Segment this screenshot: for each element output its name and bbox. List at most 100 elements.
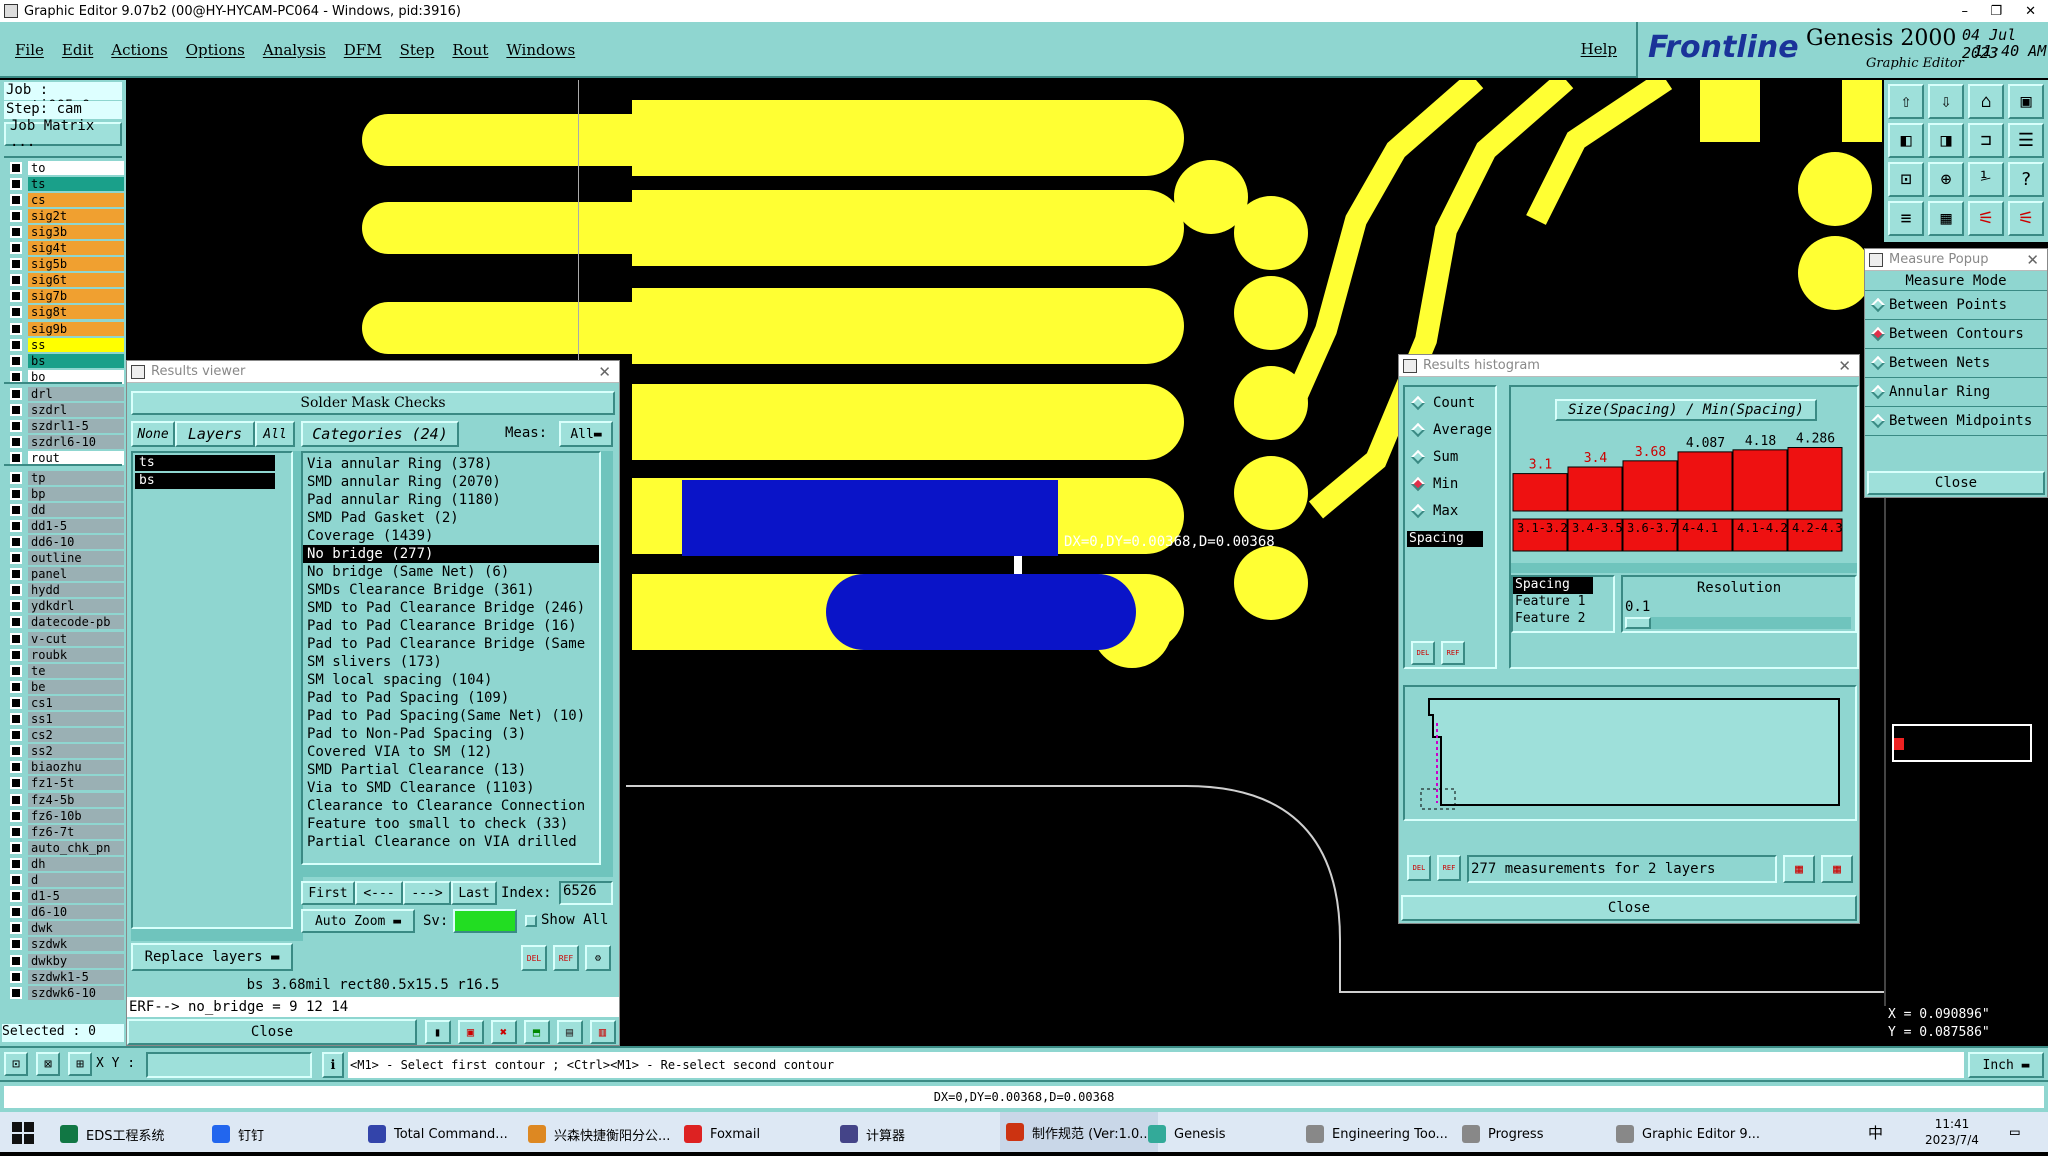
mode-max[interactable]: Max bbox=[1405, 497, 1495, 524]
layer-checkbox[interactable] bbox=[10, 451, 22, 464]
layer-checkbox[interactable] bbox=[10, 857, 22, 870]
preview-del-icon[interactable]: DEL bbox=[1407, 855, 1431, 881]
delete-icon[interactable]: ✖ bbox=[490, 1020, 517, 1044]
histogram-bar[interactable] bbox=[1677, 451, 1733, 512]
layer-checkbox[interactable] bbox=[10, 338, 22, 351]
layer-checkbox[interactable] bbox=[10, 680, 22, 693]
close-button[interactable]: ✕ bbox=[2025, 4, 2036, 19]
taskbar-item[interactable]: Foxmail bbox=[684, 1112, 760, 1156]
layer-checkbox[interactable] bbox=[10, 435, 22, 448]
taskbar-item[interactable]: Graphic Editor 9... bbox=[1616, 1112, 1760, 1156]
layer-name[interactable]: datecode-pb bbox=[28, 615, 124, 630]
preview-ref-icon[interactable]: REF bbox=[1437, 855, 1461, 881]
layer-checkbox[interactable] bbox=[10, 600, 22, 613]
layer-row[interactable]: sig9b bbox=[10, 321, 124, 336]
layer-name[interactable]: d6-10 bbox=[28, 905, 124, 920]
filter-icon[interactable]: ⚟ bbox=[1968, 201, 2004, 236]
histogram-close-button[interactable]: Close bbox=[1401, 895, 1857, 921]
layer-row[interactable]: sig4t bbox=[10, 241, 124, 256]
layer-checkbox[interactable] bbox=[10, 825, 22, 838]
radio-icon[interactable] bbox=[1870, 355, 1886, 371]
chart-down-icon[interactable]: ▣ bbox=[457, 1020, 484, 1044]
mode-average[interactable]: Average bbox=[1405, 416, 1495, 443]
category-item[interactable]: Covered VIA to SM (12) bbox=[303, 743, 599, 761]
mode-sum[interactable]: Sum bbox=[1405, 443, 1495, 470]
layer-name[interactable]: sig9b bbox=[28, 321, 124, 336]
layer-name[interactable]: dd bbox=[28, 502, 124, 517]
layer-row[interactable]: be bbox=[10, 679, 124, 694]
show-all-checkbox[interactable] bbox=[525, 915, 537, 927]
layer-row[interactable]: d1-5 bbox=[10, 889, 124, 904]
layer-checkbox[interactable] bbox=[10, 696, 22, 709]
report-icon[interactable]: ▤ bbox=[556, 1020, 583, 1044]
none-button[interactable]: None bbox=[131, 421, 175, 447]
menu-actions[interactable]: Actions bbox=[102, 41, 176, 59]
layer-name[interactable]: szdrl1-5 bbox=[28, 418, 124, 433]
sv-color-select[interactable] bbox=[453, 909, 517, 933]
chart-up-icon[interactable]: ▮ bbox=[424, 1020, 451, 1044]
tool1-icon[interactable]: ⊡ bbox=[4, 1052, 28, 1076]
first-button[interactable]: First bbox=[301, 881, 355, 905]
layer-row[interactable]: auto_chk_pn bbox=[10, 840, 124, 855]
scale-icon[interactable]: ⅟ bbox=[1968, 162, 2004, 197]
radio-icon[interactable] bbox=[1410, 395, 1426, 410]
layer-row[interactable]: dd6-10 bbox=[10, 534, 124, 549]
tray-date[interactable]: 2023/7/4 bbox=[1912, 1132, 1992, 1148]
layer-checkbox[interactable] bbox=[10, 370, 22, 383]
prev-button[interactable]: <--- bbox=[355, 881, 403, 905]
unit-select[interactable]: Inch ▬ bbox=[1968, 1052, 2044, 1078]
measure-option[interactable]: Between Contours bbox=[1865, 320, 2047, 349]
all-button[interactable]: All bbox=[255, 421, 295, 447]
layer-row[interactable]: dd1-5 bbox=[10, 518, 124, 533]
next-button[interactable]: ---> bbox=[403, 881, 451, 905]
layer-checkbox[interactable] bbox=[10, 403, 22, 416]
layer-checkbox[interactable] bbox=[10, 487, 22, 500]
layer-name[interactable]: dd1-5 bbox=[28, 518, 124, 533]
del-icon[interactable]: DEL bbox=[521, 945, 547, 971]
close-icon[interactable]: ✕ bbox=[598, 363, 611, 381]
layer-row[interactable]: tp bbox=[10, 470, 124, 485]
layer-row[interactable]: dwkby bbox=[10, 953, 124, 968]
layer-name[interactable]: d bbox=[28, 873, 124, 887]
layer-row[interactable]: hydd bbox=[10, 583, 124, 598]
category-item[interactable]: Pad to Non-Pad Spacing (3) bbox=[303, 725, 599, 743]
layer-row[interactable]: sig3b bbox=[10, 224, 124, 239]
layer-name[interactable]: sig6t bbox=[28, 273, 124, 288]
layer-row[interactable]: d6-10 bbox=[10, 905, 124, 920]
window-icon[interactable]: ▣ bbox=[2008, 84, 2044, 119]
mode-count[interactable]: Count bbox=[1405, 389, 1495, 416]
category-item[interactable]: Pad to Pad Spacing (109) bbox=[303, 689, 599, 707]
layer-name[interactable]: sig3b bbox=[28, 224, 124, 239]
results-close-button[interactable]: Close bbox=[127, 1019, 417, 1045]
histogram-bar[interactable] bbox=[1567, 466, 1623, 512]
layer-row[interactable]: outline bbox=[10, 551, 124, 566]
menu-file[interactable]: File bbox=[6, 41, 53, 59]
menu-dfm[interactable]: DFM bbox=[335, 41, 391, 59]
layer-name[interactable]: sig5b bbox=[28, 257, 124, 272]
layer-checkbox[interactable] bbox=[10, 568, 22, 581]
layer-name[interactable]: szdrl6-10 bbox=[28, 434, 124, 449]
layer-checkbox[interactable] bbox=[10, 258, 22, 271]
layer-checkbox[interactable] bbox=[10, 648, 22, 661]
grid-icon[interactable]: ▦ bbox=[1928, 201, 1964, 236]
layer-checkbox[interactable] bbox=[10, 616, 22, 629]
layer-checkbox[interactable] bbox=[10, 225, 22, 238]
layer-checkbox[interactable] bbox=[10, 809, 22, 822]
layer-name[interactable]: szdrl bbox=[28, 402, 124, 417]
category-item[interactable]: SMD to Pad Clearance Bridge (246) bbox=[303, 599, 599, 617]
category-item[interactable]: SMD Partial Clearance (13) bbox=[303, 761, 599, 779]
layer-checkbox[interactable] bbox=[10, 890, 22, 903]
layer-row[interactable]: dwk bbox=[10, 921, 124, 936]
layer-row[interactable]: dd bbox=[10, 502, 124, 517]
xy-input[interactable] bbox=[146, 1052, 312, 1078]
measure-option[interactable]: Annular Ring bbox=[1865, 378, 2047, 407]
tray-ime[interactable]: 中 bbox=[1868, 1122, 1883, 1143]
measure-option[interactable]: Between Points bbox=[1865, 291, 2047, 320]
last-button[interactable]: Last bbox=[451, 881, 497, 905]
layer-checkbox[interactable] bbox=[10, 161, 22, 174]
layer-name[interactable]: bp bbox=[28, 486, 124, 501]
taskbar-item[interactable]: 钉钉 bbox=[212, 1112, 264, 1156]
layer-name[interactable]: dh bbox=[28, 856, 124, 871]
radio-icon[interactable] bbox=[1410, 449, 1426, 464]
layer-row[interactable]: szdwk6-10 bbox=[10, 985, 124, 1000]
